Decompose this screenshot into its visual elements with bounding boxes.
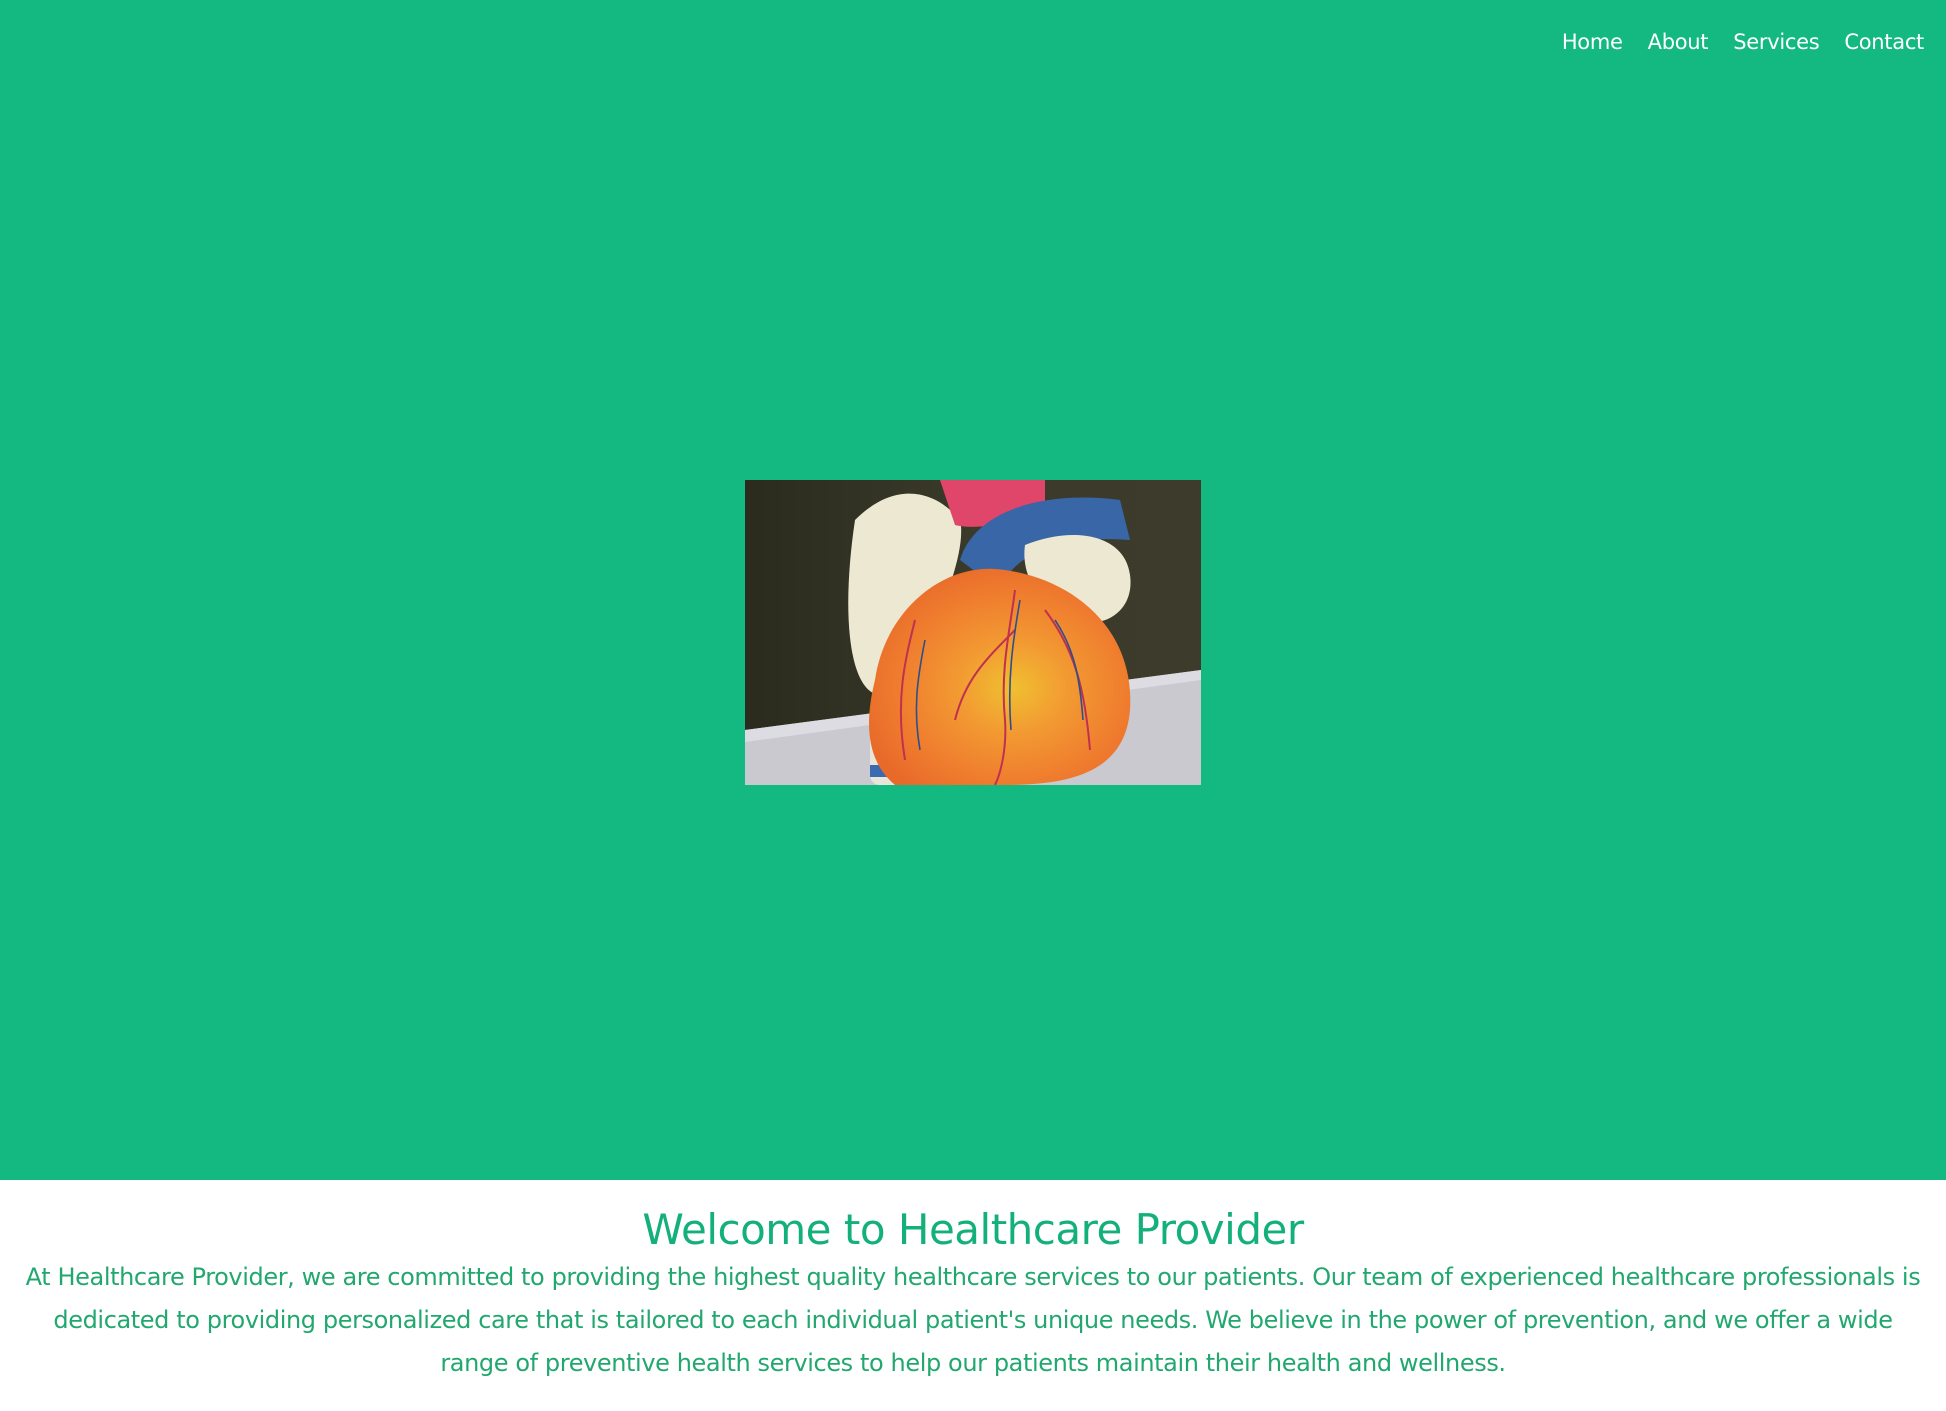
nav-link-services[interactable]: Services (1733, 28, 1819, 56)
intro-paragraph: At Healthcare Provider, we are committed… (25, 1263, 1921, 1377)
heart-model-image (745, 480, 1201, 785)
main-nav: Home About Services Contact (1562, 28, 1924, 56)
hero-section: Home About Services Contact (0, 0, 1946, 1180)
nav-link-home[interactable]: Home (1562, 28, 1623, 56)
nav-link-contact[interactable]: Contact (1844, 28, 1924, 56)
page-title: Welcome to Healthcare Provider (642, 1205, 1304, 1254)
nav-link-about[interactable]: About (1648, 28, 1709, 56)
intro-section: Welcome to Healthcare Provider At Health… (0, 1180, 1946, 1385)
heart-illustration (745, 480, 1201, 785)
